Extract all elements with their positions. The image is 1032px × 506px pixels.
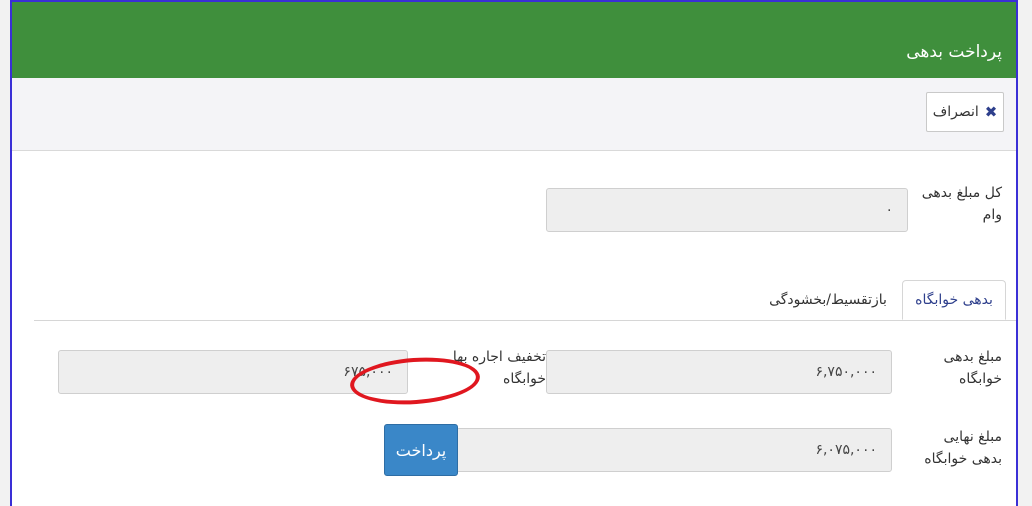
cancel-button[interactable]: ✖ انصراف [926, 92, 1004, 132]
tabs-divider [34, 320, 1016, 321]
tab-installments-forgiveness[interactable]: بازتقسیط/بخشودگی [758, 280, 898, 320]
dialog-header: پرداخت بدهی [12, 2, 1016, 78]
total-debt-label: کل مبلغ بدهی وام [921, 185, 1002, 223]
discount-value: ۶۷۵,۰۰۰ [343, 364, 393, 380]
cancel-button-label: انصراف [932, 104, 979, 120]
final-debt-value: ۶,۰۷۵,۰۰۰ [815, 442, 877, 458]
close-icon: ✖ [984, 103, 998, 121]
pay-button[interactable]: پرداخت [384, 424, 458, 476]
dorm-debt-value: ۶,۷۵۰,۰۰۰ [815, 364, 877, 380]
payment-dialog: پرداخت بدهی ✖ انصراف کل مبلغ بدهی وام ۰ … [10, 0, 1018, 506]
dialog-title: پرداخت بدهی [906, 42, 1002, 62]
tab-dorm-debt[interactable]: بدهی خوابگاه [902, 280, 1006, 320]
dorm-debt-label: مبلغ بدهی خوابگاه [943, 349, 1002, 387]
dorm-debt-field: ۶,۷۵۰,۰۰۰ [546, 350, 892, 394]
toolbar: ✖ انصراف [12, 78, 1016, 151]
final-debt-field: ۶,۰۷۵,۰۰۰ [456, 428, 892, 472]
discount-label: تخفیف اجاره بها خوابگاه [452, 349, 546, 387]
total-debt-field: ۰ [546, 188, 908, 232]
final-debt-label: مبلغ نهایی بدهی خوابگاه [924, 429, 1002, 467]
discount-field: ۶۷۵,۰۰۰ [58, 350, 408, 394]
total-debt-value: ۰ [885, 202, 893, 218]
